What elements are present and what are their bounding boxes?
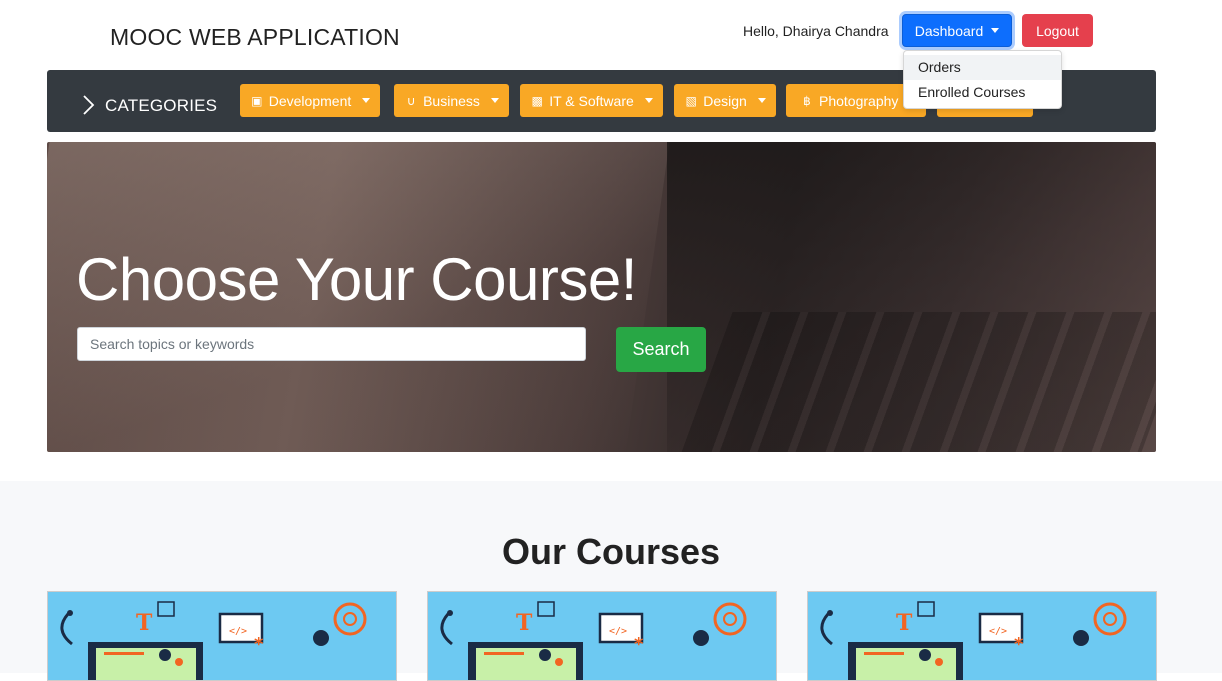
courses-section: Our Courses T </> * T </> * T </> * (0, 481, 1222, 681)
course-card[interactable]: T </> * (47, 591, 397, 681)
categories-label: CATEGORIES (105, 96, 218, 115)
courses-title: Our Courses (501, 531, 721, 572)
category-label: Photography (819, 92, 899, 109)
svg-text:*: * (634, 634, 644, 655)
category-label: Design (703, 92, 747, 109)
svg-text:T: T (896, 610, 913, 636)
code-icon: ▩ (531, 93, 543, 108)
chevron-right-icon (83, 95, 95, 115)
course-thumbnail-illustration: T </> * (820, 601, 1127, 680)
caret-down-icon (757, 98, 766, 103)
search-placeholder: Search topics or keywords (90, 336, 255, 352)
menu-item-orders[interactable]: Orders (904, 55, 1061, 80)
svg-text:</>: </> (609, 626, 627, 637)
hero-background-keyboard (681, 312, 1156, 452)
caret-down-icon (362, 98, 371, 103)
logout-button[interactable]: Logout (1022, 14, 1093, 47)
category-it-software-button[interactable]: ▩ IT & Software (520, 84, 663, 117)
bitcoin-icon: ฿ (803, 93, 811, 108)
magnet-icon: ∪ (406, 93, 416, 108)
inbox-icon: ▣ (251, 93, 263, 108)
caret-down-icon (991, 28, 1000, 33)
category-business-button[interactable]: ∪ Business (394, 84, 509, 117)
category-label: Business (423, 92, 480, 109)
hero-banner: Choose Your Course! Search topics or key… (47, 142, 1156, 452)
brand-title: MOOC WEB APPLICATION (110, 24, 400, 50)
hero-title: Choose Your Course! (76, 246, 637, 313)
category-label: Development (268, 92, 352, 109)
caret-down-icon (644, 98, 653, 103)
svg-text:*: * (1014, 634, 1024, 655)
course-card[interactable]: T </> * (807, 591, 1157, 681)
search-input[interactable]: Search topics or keywords (77, 327, 586, 361)
dashboard-dropdown-menu: Orders Enrolled Courses (903, 50, 1062, 109)
user-greeting: Hello, Dhairya Chandra (743, 23, 889, 39)
course-thumbnail-illustration: T </> * (440, 601, 747, 680)
course-card[interactable]: T </> * (427, 591, 777, 681)
dashboard-label: Dashboard (914, 22, 984, 39)
caret-down-icon (490, 98, 499, 103)
svg-text:*: * (254, 634, 264, 655)
menu-item-enrolled-courses[interactable]: Enrolled Courses (904, 80, 1061, 105)
svg-text:</>: </> (229, 626, 247, 637)
search-button[interactable]: Search (616, 327, 706, 372)
course-thumbnail-illustration: T </> * (60, 601, 367, 680)
svg-text:T: T (516, 610, 533, 636)
category-label: IT & Software (549, 92, 634, 109)
category-development-button[interactable]: ▣ Development (240, 84, 380, 117)
category-design-button[interactable]: ▧ Design (674, 84, 776, 117)
book-icon: ▧ (685, 93, 697, 108)
dashboard-dropdown-button[interactable]: Dashboard (902, 14, 1012, 47)
svg-text:</>: </> (989, 626, 1007, 637)
svg-text:T: T (136, 610, 153, 636)
